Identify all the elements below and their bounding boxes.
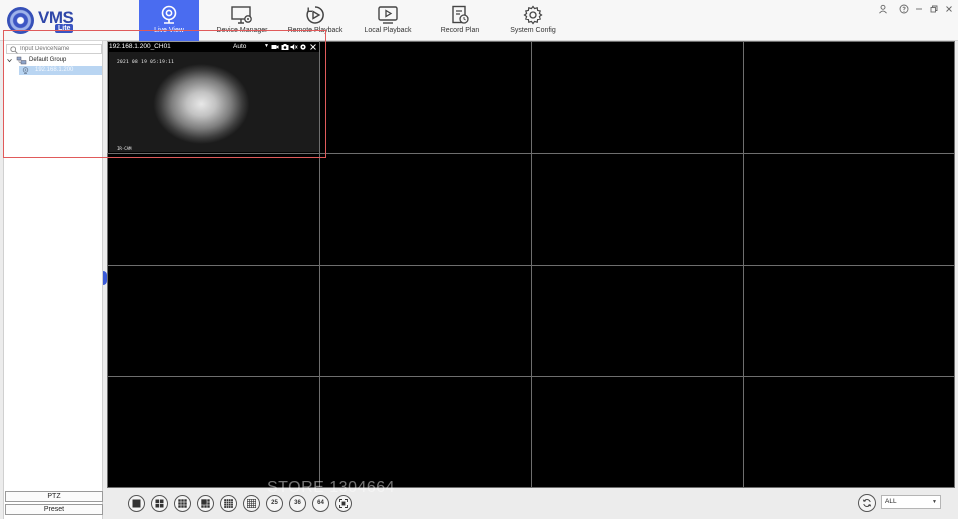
user-icon[interactable] [877, 4, 889, 16]
refresh-icon [862, 499, 872, 507]
tree-group-label: Default Group [29, 57, 67, 63]
layout-6-button[interactable] [197, 495, 214, 512]
nav-live-view[interactable]: Live View [139, 0, 199, 41]
stream-select-dropdown[interactable]: ALL ▼ [881, 495, 941, 509]
tree-device-item[interactable]: 192.168.1.200 [19, 66, 102, 75]
stream-mode-chevron-icon[interactable]: ▼ [264, 43, 269, 49]
layout-64-button[interactable]: 64 [312, 495, 329, 512]
nav-label: Local Playback [364, 27, 412, 34]
app-logo-sub: Lite [55, 24, 74, 33]
live-video-feed[interactable]: 2021 08 19 05:19:11 IR-CAM [109, 52, 319, 152]
layout-grid-icon [247, 499, 256, 508]
layout-16-icon [224, 499, 233, 508]
chevron-down-icon[interactable] [7, 58, 12, 63]
ptz-button[interactable]: PTZ [5, 491, 103, 502]
video-cell-7[interactable] [531, 153, 744, 266]
osd-camera-label: IR-CAM [117, 146, 132, 151]
video-cell-5[interactable] [107, 153, 320, 266]
layout-6-icon [201, 499, 210, 508]
layout-4-button[interactable] [151, 495, 168, 512]
video-cell-2[interactable] [319, 41, 532, 154]
stream-select-value: ALL [885, 498, 897, 505]
close-icon[interactable] [943, 4, 955, 16]
camera-name-label: 192.168.1.200_CH01 [109, 43, 171, 50]
layout-36-label: 36 [294, 500, 301, 506]
layout-4-icon [155, 499, 164, 508]
top-nav-bar: VMS Lite Live View Device Manager Remote… [0, 0, 958, 41]
osd-timestamp: 2021 08 19 05:19:11 [117, 60, 175, 65]
video-cell-6[interactable] [319, 153, 532, 266]
video-cell-3[interactable] [531, 41, 744, 154]
fullscreen-icon [339, 499, 348, 508]
nav-remote-playback[interactable]: Remote Playback [285, 0, 345, 41]
layout-9-button[interactable] [174, 495, 191, 512]
search-icon [10, 46, 18, 54]
nav-record-plan[interactable]: Record Plan [430, 0, 490, 41]
close-video-icon[interactable] [309, 43, 317, 51]
layout-25-label: 25 [271, 500, 278, 506]
fullscreen-button[interactable] [335, 495, 352, 512]
nav-label: Live View [154, 27, 184, 34]
screen-play-icon [378, 6, 398, 24]
layout-36-button[interactable]: 36 [289, 495, 306, 512]
device-group-icon [16, 56, 27, 65]
nav-label: Remote Playback [287, 27, 343, 34]
nav-local-playback[interactable]: Local Playback [358, 0, 418, 41]
minimize-icon[interactable] [913, 4, 925, 16]
video-cell-13[interactable] [107, 376, 320, 488]
store-watermark: STORE 1304664 [267, 479, 396, 496]
layout-1-icon [132, 499, 141, 508]
tree-group-default[interactable]: Default Group [6, 56, 102, 65]
layout-16-button[interactable] [220, 495, 237, 512]
camera-device-icon [22, 67, 29, 74]
gear-icon [523, 5, 543, 25]
circle-play-icon [306, 6, 324, 24]
device-search-box[interactable] [6, 44, 102, 54]
cell-toolbar: 192.168.1.200_CH01 Auto ▼ [108, 42, 319, 52]
refresh-button[interactable] [858, 494, 876, 512]
preset-button[interactable]: Preset [5, 504, 103, 515]
monitor-gear-icon [231, 6, 252, 24]
document-clock-icon [452, 5, 469, 24]
restore-icon[interactable] [928, 4, 940, 16]
video-cell-15[interactable] [531, 376, 744, 488]
record-video-icon[interactable] [271, 43, 279, 51]
stream-mode-label[interactable]: Auto [233, 43, 246, 50]
vms-logo-icon [7, 7, 34, 34]
chevron-down-icon: ▼ [932, 499, 937, 505]
nav-label: System Config [510, 27, 556, 34]
video-cell-8[interactable] [743, 153, 955, 266]
video-cell-11[interactable] [531, 265, 744, 377]
video-cell-9[interactable] [107, 265, 320, 377]
snapshot-camera-icon[interactable] [281, 43, 289, 51]
layout-25-button[interactable]: 25 [266, 495, 283, 512]
video-cell-4[interactable] [743, 41, 955, 154]
device-sidebar: Default Group 192.168.1.200 PTZ Preset [3, 41, 103, 519]
video-cell-12[interactable] [743, 265, 955, 377]
layout-16-grid-button[interactable] [243, 495, 260, 512]
video-wall: 192.168.1.200_CH01 Auto ▼ 2021 08 19 05:… [107, 41, 955, 488]
video-cell-1[interactable]: 192.168.1.200_CH01 Auto ▼ 2021 08 19 05:… [107, 41, 320, 154]
layout-1-button[interactable] [128, 495, 145, 512]
audio-speaker-icon[interactable] [290, 43, 298, 51]
tree-device-label: 192.168.1.200 [35, 67, 74, 73]
nav-label: Device Manager [216, 27, 268, 34]
video-cell-16[interactable] [743, 376, 955, 488]
layout-toolbar: STORE 1304664 25 36 64 ALL ▼ [107, 479, 958, 519]
help-icon[interactable] [898, 4, 910, 16]
layout-9-icon [178, 499, 187, 508]
video-cell-10[interactable] [319, 265, 532, 377]
nav-label: Record Plan [440, 27, 480, 34]
settings-small-icon[interactable] [299, 43, 307, 51]
nav-device-manager[interactable]: Device Manager [212, 0, 272, 41]
nav-system-config[interactable]: System Config [503, 0, 563, 41]
video-cell-14[interactable] [319, 376, 532, 488]
device-search-input[interactable] [20, 45, 100, 53]
webcam-icon [161, 5, 177, 24]
layout-64-label: 64 [317, 500, 324, 506]
